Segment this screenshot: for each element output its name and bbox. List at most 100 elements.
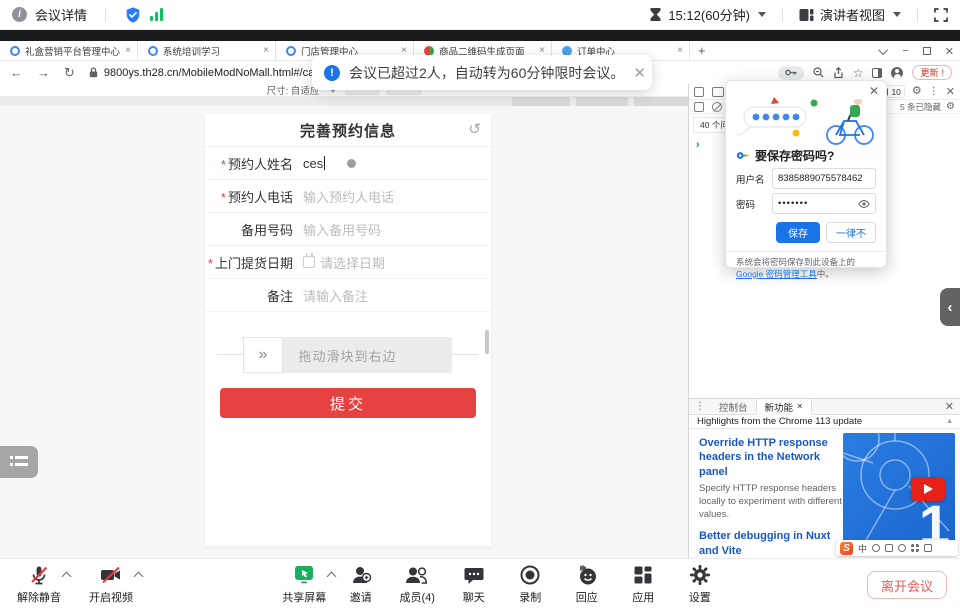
hidden-messages-label[interactable]: 5 条已隐藏: [900, 101, 941, 113]
video-options-caret[interactable]: [134, 572, 144, 582]
back-button[interactable]: ←: [10, 65, 23, 80]
browser-tab-2[interactable]: 系统培训学习 ×: [138, 41, 276, 61]
view-dropdown-icon[interactable]: [893, 12, 901, 17]
form-row-remarks[interactable]: 备注 请输入备注: [205, 279, 491, 312]
password-manager-link[interactable]: Google 密码管理工具: [736, 269, 817, 279]
fullscreen-icon[interactable]: [934, 8, 948, 22]
phone-input-placeholder[interactable]: 输入预约人电话: [303, 187, 394, 206]
meeting-top-bar: i 会议详情 15:12(60分钟) 演讲者视图: [0, 0, 960, 30]
form-row-name[interactable]: *预约人姓名 ces: [205, 147, 491, 180]
share-screen-button[interactable]: 共享屏幕: [276, 563, 333, 605]
timer-dropdown-icon[interactable]: [758, 12, 766, 17]
start-video-button[interactable]: 开启视频: [82, 563, 140, 605]
never-save-button[interactable]: 一律不: [826, 222, 876, 243]
maximize-button[interactable]: [923, 47, 931, 55]
invite-button[interactable]: 邀请: [333, 563, 390, 605]
console-settings-icon[interactable]: ⚙: [946, 102, 955, 112]
tab-whats-new[interactable]: 新功能×: [756, 399, 812, 415]
browser-tab-1[interactable]: 礼盒营销平台管理中心 ×: [0, 41, 138, 61]
devtools-settings-icon[interactable]: ⚙: [912, 86, 922, 97]
ime-keyboard-icon[interactable]: [885, 544, 893, 552]
ime-grid-icon[interactable]: [911, 544, 919, 552]
drawer-close-icon[interactable]: ✕: [938, 400, 960, 413]
slider-track[interactable]: 拖动滑块到右边 »: [243, 337, 452, 373]
save-password-button[interactable]: 保存: [776, 222, 820, 243]
share-icon[interactable]: [833, 67, 844, 79]
minimize-button[interactable]: −: [902, 45, 908, 57]
reload-button[interactable]: ↻: [64, 65, 75, 81]
bookmark-star-icon[interactable]: ☆: [853, 66, 864, 80]
tab-console[interactable]: 控制台: [711, 399, 756, 415]
undo-icon[interactable]: ↺: [468, 120, 481, 138]
security-shield-icon[interactable]: [124, 6, 142, 24]
members-button[interactable]: 成员(4): [389, 563, 446, 605]
form-row-backup-number[interactable]: 备用号码 输入备用号码: [205, 213, 491, 246]
view-mode-label[interactable]: 演讲者视图: [820, 5, 885, 24]
ime-settings-icon[interactable]: [924, 544, 932, 552]
mic-options-caret[interactable]: [62, 572, 72, 582]
close-window-button[interactable]: ✕: [945, 45, 954, 58]
record-button[interactable]: 录制: [502, 563, 559, 605]
date-picker-placeholder[interactable]: 请选择日期: [320, 253, 385, 272]
tab-close-icon[interactable]: ×: [677, 45, 683, 56]
ime-skin-icon[interactable]: [898, 544, 906, 552]
tab-close-icon[interactable]: ×: [263, 45, 269, 56]
scrollbar-up-icon[interactable]: ▲: [946, 418, 953, 425]
password-key-icon[interactable]: [778, 66, 804, 80]
forward-button[interactable]: →: [37, 65, 50, 80]
devtools-close-icon[interactable]: ✕: [946, 85, 955, 98]
expand-side-panel-tab[interactable]: ‹: [940, 288, 960, 326]
members-icon: [404, 564, 430, 586]
device-toolbar-icon[interactable]: [712, 87, 724, 97]
chrome-update-button[interactable]: 更新!: [912, 65, 952, 80]
device-mode-ruler: [0, 97, 688, 106]
meeting-control-bar: 解除静音 开启视频 共享屏幕: [0, 558, 960, 610]
meeting-title[interactable]: 会议详情: [35, 5, 87, 24]
name-input-value[interactable]: ces: [303, 156, 323, 171]
leave-meeting-button[interactable]: 离开会议: [867, 571, 947, 599]
zoom-icon[interactable]: [813, 67, 824, 78]
sogou-logo-icon[interactable]: S: [840, 542, 853, 555]
tab-close-icon[interactable]: ×: [797, 401, 803, 412]
password-field[interactable]: •••••••: [772, 193, 876, 214]
unmute-button[interactable]: 解除静音: [10, 563, 68, 605]
reactions-button[interactable]: 回应: [559, 563, 616, 605]
ime-mic-icon[interactable]: [872, 544, 880, 552]
whats-new-link-1[interactable]: Override HTTP response headers in the Ne…: [699, 436, 845, 479]
drawer-menu-icon[interactable]: ⋮: [689, 401, 711, 412]
device-size-label[interactable]: 尺寸: 自适应: [267, 83, 320, 97]
web-page-viewport: 完善预约信息 ↺ *预约人姓名 ces *预约人电话 输入预约人电话 备用号码 …: [0, 106, 688, 558]
network-signal-icon[interactable]: [150, 8, 163, 21]
slider-handle[interactable]: »: [243, 337, 283, 373]
devtools-drawer: ⋮ 控制台 新功能× ✕ Highlights from the Chrome …: [689, 398, 960, 558]
ime-language-mode[interactable]: 中: [858, 542, 867, 555]
meeting-info-icon[interactable]: i: [12, 7, 27, 22]
submit-button[interactable]: 提交: [220, 388, 476, 418]
dialog-close-icon[interactable]: ✕: [869, 84, 879, 98]
input-indicator-dot: [347, 159, 356, 168]
chat-button[interactable]: 聊天: [446, 563, 503, 605]
settings-button[interactable]: 设置: [672, 563, 729, 605]
profile-avatar-icon[interactable]: [891, 67, 903, 79]
username-field[interactable]: 8385889075578462: [772, 168, 876, 189]
show-password-eye-icon[interactable]: [858, 198, 870, 210]
whats-new-link-2[interactable]: Better debugging in Nuxt and Vite: [699, 529, 845, 558]
apps-button[interactable]: 应用: [615, 563, 672, 605]
page-scrollbar-thumb[interactable]: [485, 330, 489, 354]
notification-close-icon[interactable]: ✕: [633, 64, 646, 82]
new-tab-button[interactable]: +: [698, 43, 706, 58]
whats-new-header: Highlights from the Chrome 113 update: [697, 416, 862, 427]
inspect-element-icon[interactable]: [694, 87, 704, 97]
form-row-pickup-date[interactable]: *上门提货日期 请选择日期: [205, 246, 491, 279]
side-panel-icon[interactable]: [872, 68, 882, 78]
clear-console-icon[interactable]: [712, 102, 722, 112]
devtools-menu-icon[interactable]: ⋮: [929, 86, 939, 97]
backup-input-placeholder[interactable]: 输入备用号码: [303, 220, 381, 239]
chat-list-float-button[interactable]: [0, 446, 38, 478]
form-row-phone[interactable]: *预约人电话 输入预约人电话: [205, 180, 491, 213]
tab-close-icon[interactable]: ×: [125, 45, 131, 56]
field-label: 预约人电话: [228, 190, 293, 205]
field-label: 上门提货日期: [215, 256, 293, 271]
console-sidebar-icon[interactable]: [694, 102, 704, 112]
remarks-input-placeholder[interactable]: 请输入备注: [303, 286, 368, 305]
